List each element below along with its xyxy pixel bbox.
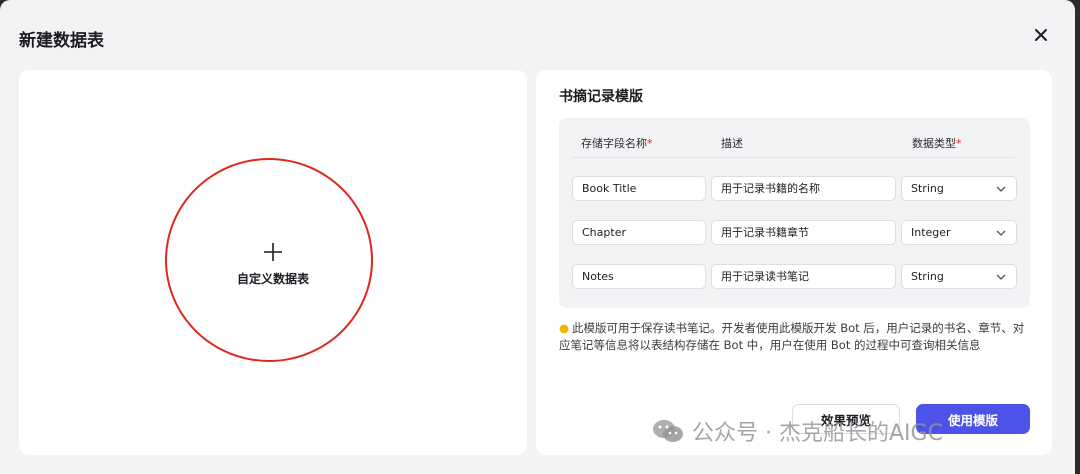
dialog-title: 新建数据表 bbox=[19, 31, 104, 51]
required-mark: * bbox=[647, 137, 653, 150]
chevron-down-icon bbox=[996, 274, 1006, 280]
field-description-input[interactable]: 用于记录书籍的名称 bbox=[711, 176, 896, 201]
field-name-input[interactable]: Chapter bbox=[572, 220, 706, 245]
field-type-select[interactable]: String bbox=[901, 264, 1017, 289]
field-type-value: Integer bbox=[911, 226, 951, 239]
field-type-select[interactable]: Integer bbox=[901, 220, 1017, 245]
close-button[interactable] bbox=[1030, 24, 1052, 46]
field-description-input[interactable]: 用于记录读书笔记 bbox=[711, 264, 896, 289]
chevron-down-icon bbox=[996, 186, 1006, 192]
custom-table-panel[interactable]: 自定义数据表 bbox=[19, 70, 527, 455]
tip-line-2: 应笔记等信息将以表结构存储在 Bot 中，用户在使用 Bot 的过程中可查询相关… bbox=[559, 338, 981, 352]
column-header-type: 数据类型* bbox=[912, 137, 962, 150]
template-tip: ● 此模版可用于保存读书笔记。开发者使用此模版开发 Bot 后，用户记录的书名、章… bbox=[559, 320, 1029, 354]
window-edge bbox=[1075, 0, 1080, 474]
tip-line-1: 此模版可用于保存读书笔记。开发者使用此模版开发 Bot 后，用户记录的书名、章节… bbox=[572, 321, 1025, 335]
field-type-value: String bbox=[911, 270, 944, 283]
lightbulb-icon: ● bbox=[559, 321, 570, 335]
field-type-select[interactable]: String bbox=[901, 176, 1017, 201]
watermark: 公众号 · 杰克船长的AIGC bbox=[652, 413, 943, 449]
field-type-value: String bbox=[911, 182, 944, 195]
field-table: 存储字段名称* 描述 数据类型* Book Title 用于记录书籍的名称 St… bbox=[559, 118, 1030, 308]
create-table-dialog: 新建数据表 自定义数据表 书摘记录模版 存储字段名称* 描述 数据类型* Boo… bbox=[0, 0, 1075, 474]
watermark-text: 公众号 · 杰克船长的AIGC bbox=[692, 421, 943, 446]
wechat-icon bbox=[653, 420, 683, 442]
field-name-input[interactable]: Book Title bbox=[572, 176, 706, 201]
custom-table-label[interactable]: 自定义数据表 bbox=[223, 270, 323, 287]
template-panel: 书摘记录模版 存储字段名称* 描述 数据类型* Book Title 用于记录书… bbox=[536, 70, 1052, 455]
chevron-down-icon bbox=[996, 230, 1006, 236]
column-header-description: 描述 bbox=[721, 137, 743, 150]
required-mark: * bbox=[956, 137, 962, 150]
close-icon bbox=[1035, 29, 1047, 41]
field-name-input[interactable]: Notes bbox=[572, 264, 706, 289]
column-header-name: 存储字段名称* bbox=[581, 137, 653, 150]
header-divider bbox=[572, 157, 1015, 158]
template-title: 书摘记录模版 bbox=[559, 89, 643, 105]
field-description-input[interactable]: 用于记录书籍章节 bbox=[711, 220, 896, 245]
plus-icon[interactable] bbox=[262, 241, 284, 263]
